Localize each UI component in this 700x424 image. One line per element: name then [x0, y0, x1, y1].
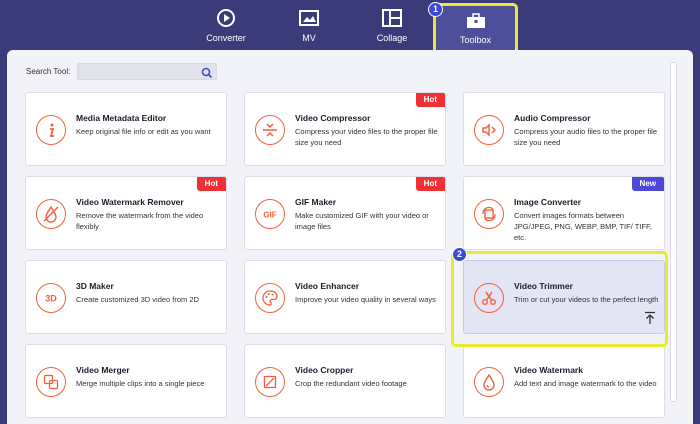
vertical-scrollbar[interactable]: [670, 62, 677, 402]
search-label: Search Tool:: [26, 67, 71, 76]
tool-description: Improve your video quality in several wa…: [295, 295, 436, 304]
tool-card-video-compressor[interactable]: Video Compressor Compress your video fil…: [244, 92, 446, 166]
tool-card-3d-maker[interactable]: 3D 3D Maker Create customized 3D video f…: [25, 260, 227, 334]
tab-mv[interactable]: MV: [281, 0, 337, 50]
tool-description: Add text and image watermark to the vide…: [514, 379, 657, 388]
merge-icon: [36, 367, 66, 397]
hot-badge: Hot: [415, 177, 445, 191]
tab-toolbox[interactable]: Toolbox: [433, 3, 518, 57]
tool-title: Image Converter: [514, 197, 582, 207]
converter-icon: [215, 8, 237, 28]
hot-badge: Hot: [196, 177, 226, 191]
tool-description: Compress your video files to the proper …: [295, 127, 438, 147]
tool-description: Merge multiple clips into a single piece: [76, 379, 205, 388]
palette-icon: [255, 283, 285, 313]
tool-card-video-watermark[interactable]: Video Watermark Add text and image water…: [463, 344, 665, 418]
step-badge-1: 1: [428, 2, 443, 17]
tool-card-audio-compressor[interactable]: Audio Compressor Compress your audio fil…: [463, 92, 665, 166]
tab-label: Toolbox: [459, 35, 492, 45]
top-navigation: Converter MV Collage Toolbox: [0, 0, 700, 57]
tool-card-media-metadata-editor[interactable]: Media Metadata Editor Keep original file…: [25, 92, 227, 166]
tool-title: Video Merger: [76, 365, 130, 375]
selection-highlight: [451, 251, 668, 347]
tool-card-video-watermark-remover[interactable]: Video Watermark Remover Remove the water…: [25, 176, 227, 250]
tool-title: Video Enhancer: [295, 281, 360, 291]
tool-title: Video Watermark Remover: [76, 197, 184, 207]
tool-description: Compress your audio files to the proper …: [514, 127, 657, 147]
tool-card-gif-maker[interactable]: GIF GIF Maker Make customized GIF with y…: [244, 176, 446, 250]
tool-description: Remove the watermark from the video flex…: [76, 211, 204, 231]
tab-converter[interactable]: Converter: [196, 0, 256, 50]
tab-label: Converter: [206, 33, 246, 43]
tool-description: Keep original file info or edit as you w…: [76, 127, 211, 136]
tool-title: Audio Compressor: [514, 113, 591, 123]
info-icon: [36, 115, 66, 145]
3d-icon-text: 3D: [45, 294, 57, 304]
collage-icon: [381, 8, 403, 28]
new-badge: New: [631, 177, 664, 191]
image-convert-icon: [474, 199, 504, 229]
watermark-remove-icon: [36, 199, 66, 229]
tool-card-image-converter[interactable]: Image Converter Convert images formats b…: [463, 176, 665, 250]
3d-icon: 3D: [36, 283, 66, 313]
crop-icon: [255, 367, 285, 397]
tool-title: Video Compressor: [295, 113, 371, 123]
step-badge-2: 2: [452, 247, 467, 262]
audio-compress-icon: [474, 115, 504, 145]
search-icon[interactable]: [201, 66, 213, 79]
compress-icon: [255, 115, 285, 145]
tool-description: Create customized 3D video from 2D: [76, 295, 199, 304]
tool-title: Media Metadata Editor: [76, 113, 167, 123]
gif-icon-text: GIF: [263, 211, 276, 220]
gif-icon: GIF: [255, 199, 285, 229]
search-input[interactable]: [77, 63, 217, 80]
toolbox-icon: [465, 11, 487, 31]
tool-title: GIF Maker: [295, 197, 337, 207]
tab-collage[interactable]: Collage: [362, 0, 422, 50]
tool-title: 3D Maker: [76, 281, 114, 291]
tool-card-video-merger[interactable]: Video Merger Merge multiple clips into a…: [25, 344, 227, 418]
hot-badge: Hot: [415, 93, 445, 107]
mv-icon: [298, 8, 320, 28]
tool-title: Video Cropper: [295, 365, 354, 375]
tab-label: MV: [302, 33, 316, 43]
tool-card-video-cropper[interactable]: Video Cropper Crop the redundant video f…: [244, 344, 446, 418]
tool-title: Video Watermark: [514, 365, 583, 375]
tool-description: Make customized GIF with your video or i…: [295, 211, 429, 231]
toolbox-panel: Search Tool: Media Metadata Editor Keep …: [7, 50, 693, 424]
tool-card-video-enhancer[interactable]: Video Enhancer Improve your video qualit…: [244, 260, 446, 334]
tab-label: Collage: [376, 33, 408, 43]
tool-description: Crop the redundant video footage: [295, 379, 407, 388]
tool-description: Convert images formats between JPG/JPEG,…: [514, 211, 652, 242]
droplet-icon: [474, 367, 504, 397]
